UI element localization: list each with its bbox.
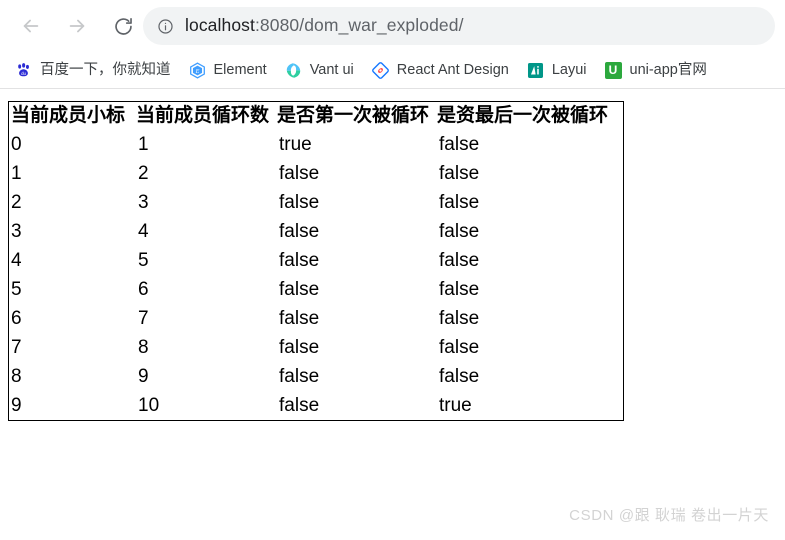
cell-loop-count: 8 (138, 337, 149, 358)
table-row: 4 5 false false (9, 246, 624, 275)
cell-index: 0 (11, 134, 22, 155)
cell-is-first: false (279, 366, 320, 387)
cell-loop-count: 1 (138, 134, 149, 155)
element-hexagon-icon: E (188, 61, 207, 80)
cell-index: 9 (11, 395, 22, 416)
layui-square-icon (526, 61, 545, 80)
cell-is-last: false (439, 279, 480, 300)
cell-is-last: false (439, 134, 480, 155)
cell-index: 1 (11, 163, 22, 184)
cell-index: 6 (11, 308, 22, 329)
cell-index: 7 (11, 337, 22, 358)
bookmark-layui[interactable]: Layui (523, 57, 590, 83)
cell-index: 8 (11, 366, 22, 387)
table-row: 1 2 false false (9, 159, 624, 188)
bookmark-label: React Ant Design (396, 61, 509, 78)
loop-members-table: 当前成员小标 当前成员循环数 是否第一次被循环 是资最后一次被循环 0 1 tr… (8, 101, 624, 421)
arrow-left-icon (20, 15, 42, 37)
page-content: 当前成员小标 当前成员循环数 是否第一次被循环 是资最后一次被循环 0 1 tr… (0, 89, 785, 540)
cell-is-first: false (279, 395, 320, 416)
bookmark-label: Layui (551, 61, 587, 78)
cell-loop-count: 10 (138, 395, 160, 416)
table-row: 7 8 false false (9, 333, 624, 362)
vant-icon (284, 61, 303, 80)
cell-is-first: false (279, 308, 320, 329)
table-header: 当前成员小标 当前成员循环数 是否第一次被循环 是资最后一次被循环 (9, 102, 624, 131)
cell-loop-count: 2 (138, 163, 149, 184)
cell-is-first: true (279, 134, 312, 155)
bookmark-element[interactable]: E Element (185, 57, 270, 83)
csdn-watermark: CSDN @跟 耿瑞 卷出一片天 (569, 507, 769, 524)
cell-is-last: false (439, 192, 480, 213)
column-header-is-last: 是资最后一次被循环 (437, 105, 609, 126)
cell-is-last: false (439, 308, 480, 329)
cell-is-first: false (279, 163, 320, 184)
cell-is-first: false (279, 337, 320, 358)
bookmark-baidu[interactable]: du 百度一下，你就知道 (11, 57, 174, 83)
svg-text:du: du (21, 70, 26, 75)
cell-is-first: false (279, 250, 320, 271)
reload-button[interactable] (106, 9, 140, 43)
back-button[interactable] (14, 9, 48, 43)
column-header-loop-count: 当前成员循环数 (136, 105, 270, 126)
table-body: 0 1 true false 1 2 false false 2 3 false… (9, 130, 624, 421)
column-header-is-first: 是否第一次被循环 (277, 105, 430, 126)
cell-loop-count: 3 (138, 192, 149, 213)
address-bar-path: :8080/dom_war_exploded/ (254, 15, 464, 36)
bookmarks-bar: du 百度一下，你就知道 E Element Vant ui React Ant… (0, 52, 785, 88)
address-bar-host: localhost (185, 15, 255, 36)
cell-index: 5 (11, 279, 22, 300)
bookmark-label: 百度一下，你就知道 (40, 61, 171, 78)
column-header-index: 当前成员小标 (11, 105, 126, 126)
arrow-right-icon (66, 15, 88, 37)
table-row: 2 3 false false (9, 188, 624, 217)
cell-index: 3 (11, 221, 22, 242)
svg-text:E: E (194, 69, 199, 75)
cell-is-first: false (279, 279, 320, 300)
bookmark-label: Element (213, 61, 267, 78)
cell-loop-count: 7 (138, 308, 149, 329)
cell-is-last: false (439, 221, 480, 242)
cell-loop-count: 5 (138, 250, 149, 271)
table-row: 8 9 false false (9, 362, 624, 391)
bookmark-label: uni-app官网 (629, 61, 707, 78)
browser-toolbar: localhost:8080/dom_war_exploded/ (0, 0, 785, 52)
table-row: 5 6 false false (9, 275, 624, 304)
bookmark-label: Vant ui (309, 61, 354, 78)
cell-is-first: false (279, 192, 320, 213)
cell-is-last: true (439, 395, 472, 416)
ant-design-diamond-icon (371, 61, 390, 80)
cell-is-last: false (439, 366, 480, 387)
cell-index: 2 (11, 192, 22, 213)
info-circle-icon[interactable] (156, 17, 174, 35)
cell-loop-count: 4 (138, 221, 149, 242)
cell-is-last: false (439, 337, 480, 358)
address-bar[interactable]: localhost:8080/dom_war_exploded/ (143, 7, 775, 45)
cell-loop-count: 6 (138, 279, 149, 300)
cell-loop-count: 9 (138, 366, 149, 387)
table-row: 3 4 false false (9, 217, 624, 246)
cell-index: 4 (11, 250, 22, 271)
cell-is-last: false (439, 163, 480, 184)
table-header-row: 当前成员小标 当前成员循环数 是否第一次被循环 是资最后一次被循环 (9, 102, 624, 131)
table-row: 9 10 false true (9, 391, 624, 421)
bookmark-react-ant-design[interactable]: React Ant Design (368, 57, 512, 83)
cell-is-last: false (439, 250, 480, 271)
uniapp-square-icon: U (604, 61, 623, 80)
baidu-paw-icon: du (14, 61, 33, 80)
address-bar-url: localhost:8080/dom_war_exploded/ (185, 17, 464, 35)
table-row: 0 1 true false (9, 130, 624, 159)
forward-button[interactable] (60, 9, 94, 43)
table-row: 6 7 false false (9, 304, 624, 333)
bookmark-vant-ui[interactable]: Vant ui (281, 57, 357, 83)
browser-chrome: localhost:8080/dom_war_exploded/ du 百度一下… (0, 0, 785, 89)
reload-icon (113, 16, 134, 37)
cell-is-first: false (279, 221, 320, 242)
bookmark-uniapp[interactable]: U uni-app官网 (601, 57, 710, 83)
